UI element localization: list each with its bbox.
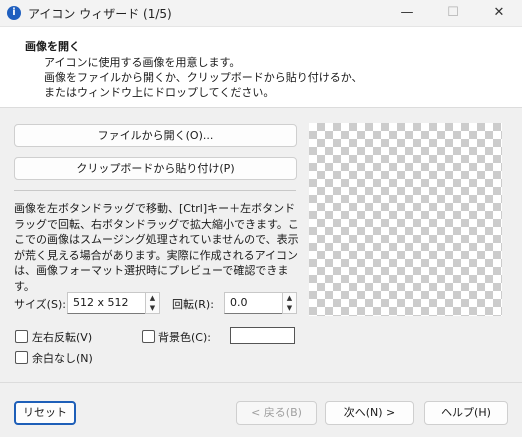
size-spinner[interactable]: ▲ ▼	[145, 292, 160, 314]
background-color-label[interactable]: 背景色(C):	[158, 329, 211, 345]
title-bar[interactable]: i アイコン ウィザード (1/5) — ☐ ✕	[0, 0, 522, 27]
rotation-input[interactable]: 0.0	[224, 292, 284, 314]
paste-clipboard-button[interactable]: クリップボードから貼り付け(P)	[14, 157, 297, 180]
minimize-button[interactable]: —	[384, 0, 430, 26]
icon-wizard-window: i アイコン ウィザード (1/5) — ☐ ✕ 画像を開く アイコンに使用する…	[0, 0, 522, 437]
back-button[interactable]: < 戻る(B)	[236, 401, 317, 425]
no-margin-checkbox[interactable]	[15, 351, 28, 364]
maximize-button[interactable]: ☐	[430, 0, 476, 26]
spin-up-icon[interactable]: ▲	[146, 293, 159, 303]
size-input[interactable]: 512 x 512	[67, 292, 147, 314]
rotation-spinner[interactable]: ▲ ▼	[282, 292, 297, 314]
spin-up-icon[interactable]: ▲	[283, 293, 296, 303]
flip-horizontal-checkbox[interactable]	[15, 330, 28, 343]
step-description-line: アイコンに使用する画像を用意します。	[44, 56, 241, 69]
help-button[interactable]: ヘルプ(H)	[424, 401, 508, 425]
spin-down-icon[interactable]: ▼	[146, 303, 159, 313]
close-button[interactable]: ✕	[476, 0, 522, 26]
step-description-line: 画像をファイルから開くか、クリップボードから貼り付けるか、	[44, 71, 363, 84]
spin-down-icon[interactable]: ▼	[283, 303, 296, 313]
rotation-label: 回転(R):	[172, 298, 214, 311]
info-icon: i	[7, 6, 21, 20]
step-description-line: またはウィンドウ上にドロップしてください。	[44, 86, 275, 99]
next-button[interactable]: 次へ(N) >	[325, 401, 414, 425]
wizard-header: 画像を開く アイコンに使用する画像を用意します。 画像をファイルから開くか、クリ…	[0, 27, 522, 108]
divider	[14, 190, 296, 191]
footer-divider	[0, 382, 522, 383]
background-color-swatch[interactable]	[230, 327, 295, 344]
window-title: アイコン ウィザード (1/5)	[28, 7, 172, 21]
open-file-button[interactable]: ファイルから開く(O)...	[14, 124, 297, 147]
flip-horizontal-label[interactable]: 左右反転(V)	[32, 329, 92, 345]
no-margin-label[interactable]: 余白なし(N)	[32, 350, 93, 366]
instructions-text: 画像を左ボタンドラッグで移動、[Ctrl]キー＋左ボタンドラッグで回転、右ボタン…	[14, 202, 299, 293]
image-preview-area[interactable]	[309, 123, 502, 316]
reset-button[interactable]: リセット	[14, 401, 76, 425]
background-color-checkbox[interactable]	[142, 330, 155, 343]
step-title: 画像を開く	[25, 40, 80, 53]
size-label: サイズ(S):	[14, 298, 66, 311]
